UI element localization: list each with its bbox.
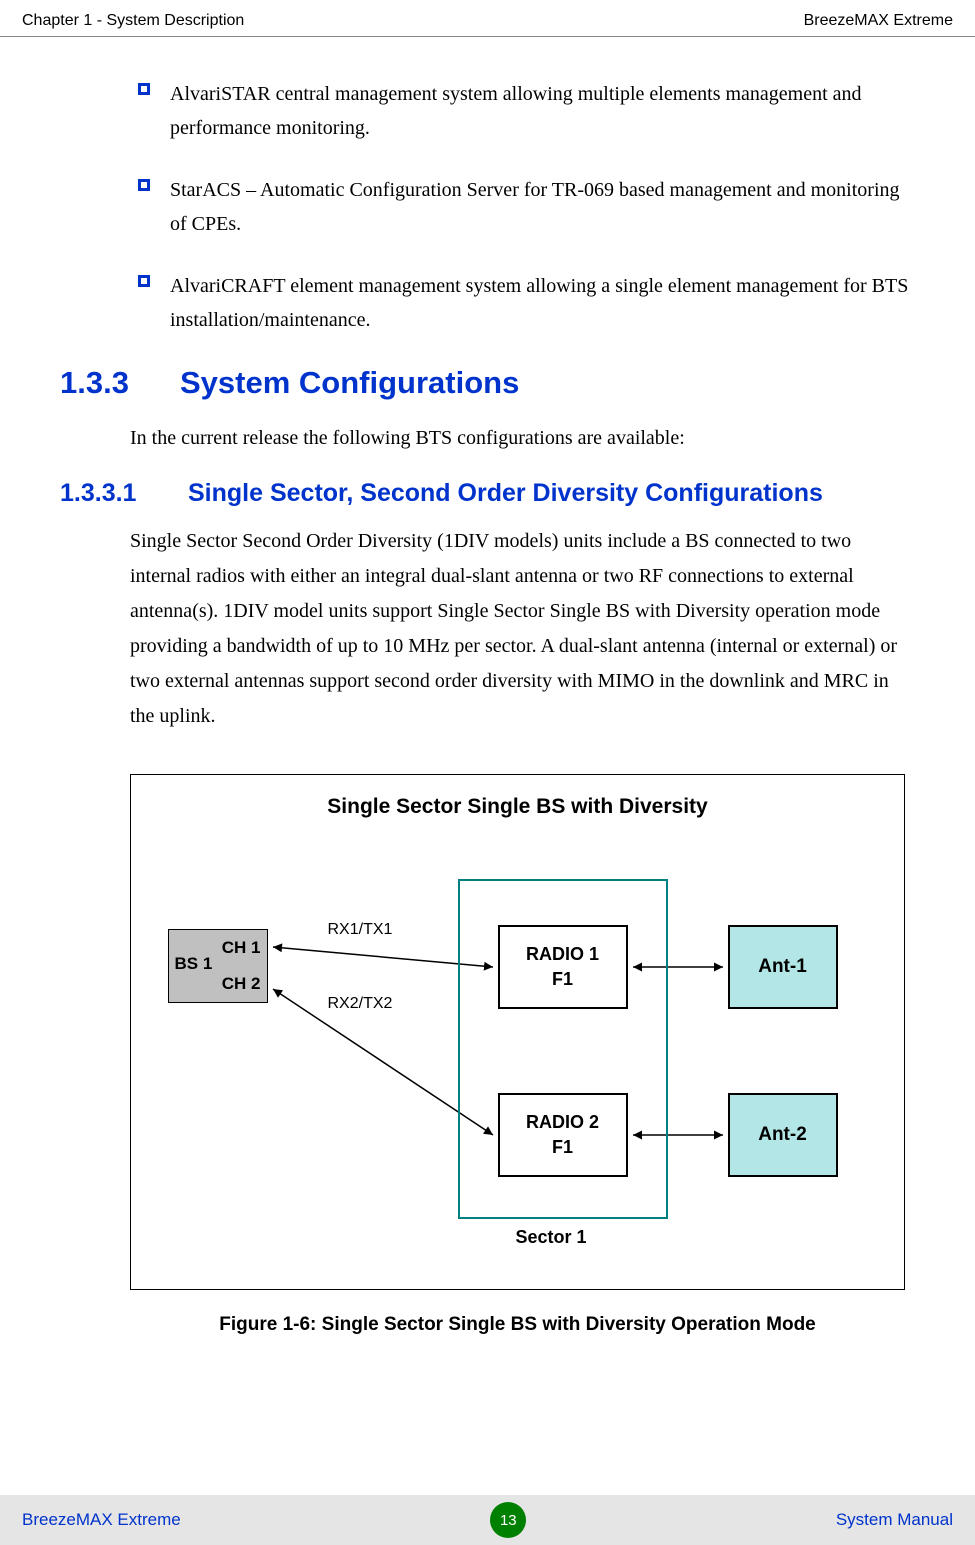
subsection-title: Single Sector, Second Order Diversity Co… xyxy=(188,479,823,507)
radio2-box: RADIO 2 F1 xyxy=(498,1093,628,1177)
square-bullet-icon xyxy=(138,179,150,191)
bullet-item: AlvariCRAFT element management system al… xyxy=(60,269,915,337)
bullet-text: AlvariCRAFT element management system al… xyxy=(170,269,915,337)
ant2-box: Ant-2 xyxy=(728,1093,838,1177)
square-bullet-icon xyxy=(138,83,150,95)
bullet-item: StarACS – Automatic Configuration Server… xyxy=(60,173,915,241)
bs-box: BS 1 CH 1 CH 2 xyxy=(168,929,268,1003)
rx1-label: RX1/TX1 xyxy=(328,921,393,939)
header-right: BreezeMAX Extreme xyxy=(804,12,953,30)
ant2-label: Ant-2 xyxy=(758,1124,807,1146)
subsection-heading: 1.3.3.1Single Sector, Second Order Diver… xyxy=(60,479,915,508)
ch1-label: CH 1 xyxy=(222,938,261,958)
radio1-line2: F1 xyxy=(500,967,626,992)
subsection-body: Single Sector Second Order Diversity (1D… xyxy=(130,524,915,734)
subsection-number: 1.3.3.1 xyxy=(60,479,188,508)
section-heading: 1.3.3System Configurations xyxy=(60,365,915,401)
radio1-box: RADIO 1 F1 xyxy=(498,925,628,1009)
bullet-text: StarACS – Automatic Configuration Server… xyxy=(170,173,915,241)
rx2-label: RX2/TX2 xyxy=(328,995,393,1013)
section-title: System Configurations xyxy=(180,365,519,400)
figure-caption: Figure 1-6: Single Sector Single BS with… xyxy=(130,1314,905,1336)
bs-label: BS 1 xyxy=(175,954,213,974)
footer-left: BreezeMAX Extreme xyxy=(22,1510,181,1530)
page-number-badge: 13 xyxy=(490,1502,526,1538)
bullet-item: AlvariSTAR central management system all… xyxy=(60,77,915,145)
footer-right: System Manual xyxy=(836,1510,953,1530)
square-bullet-icon xyxy=(138,275,150,287)
section-intro: In the current release the following BTS… xyxy=(130,421,915,455)
diagram: BS 1 CH 1 CH 2 RADIO 1 F1 RADIO 2 F1 Ant… xyxy=(168,849,868,1269)
figure-container: Single Sector Single BS with Diversity xyxy=(130,774,905,1290)
section-number: 1.3.3 xyxy=(60,365,180,401)
header-left: Chapter 1 - System Description xyxy=(22,12,244,30)
page-header: Chapter 1 - System Description BreezeMAX… xyxy=(0,0,975,37)
ant1-label: Ant-1 xyxy=(758,956,807,978)
radio2-line2: F1 xyxy=(500,1135,626,1160)
bullet-text: AlvariSTAR central management system all… xyxy=(170,77,915,145)
radio2-line1: RADIO 2 xyxy=(500,1110,626,1135)
page-number: 13 xyxy=(500,1512,517,1529)
ch2-label: CH 2 xyxy=(222,974,261,994)
page-content: AlvariSTAR central management system all… xyxy=(0,77,975,1336)
ant1-box: Ant-1 xyxy=(728,925,838,1009)
sector-label: Sector 1 xyxy=(516,1227,587,1248)
page-footer: BreezeMAX Extreme 13 System Manual xyxy=(0,1495,975,1545)
figure-title: Single Sector Single BS with Diversity xyxy=(151,795,884,819)
radio1-line1: RADIO 1 xyxy=(500,942,626,967)
